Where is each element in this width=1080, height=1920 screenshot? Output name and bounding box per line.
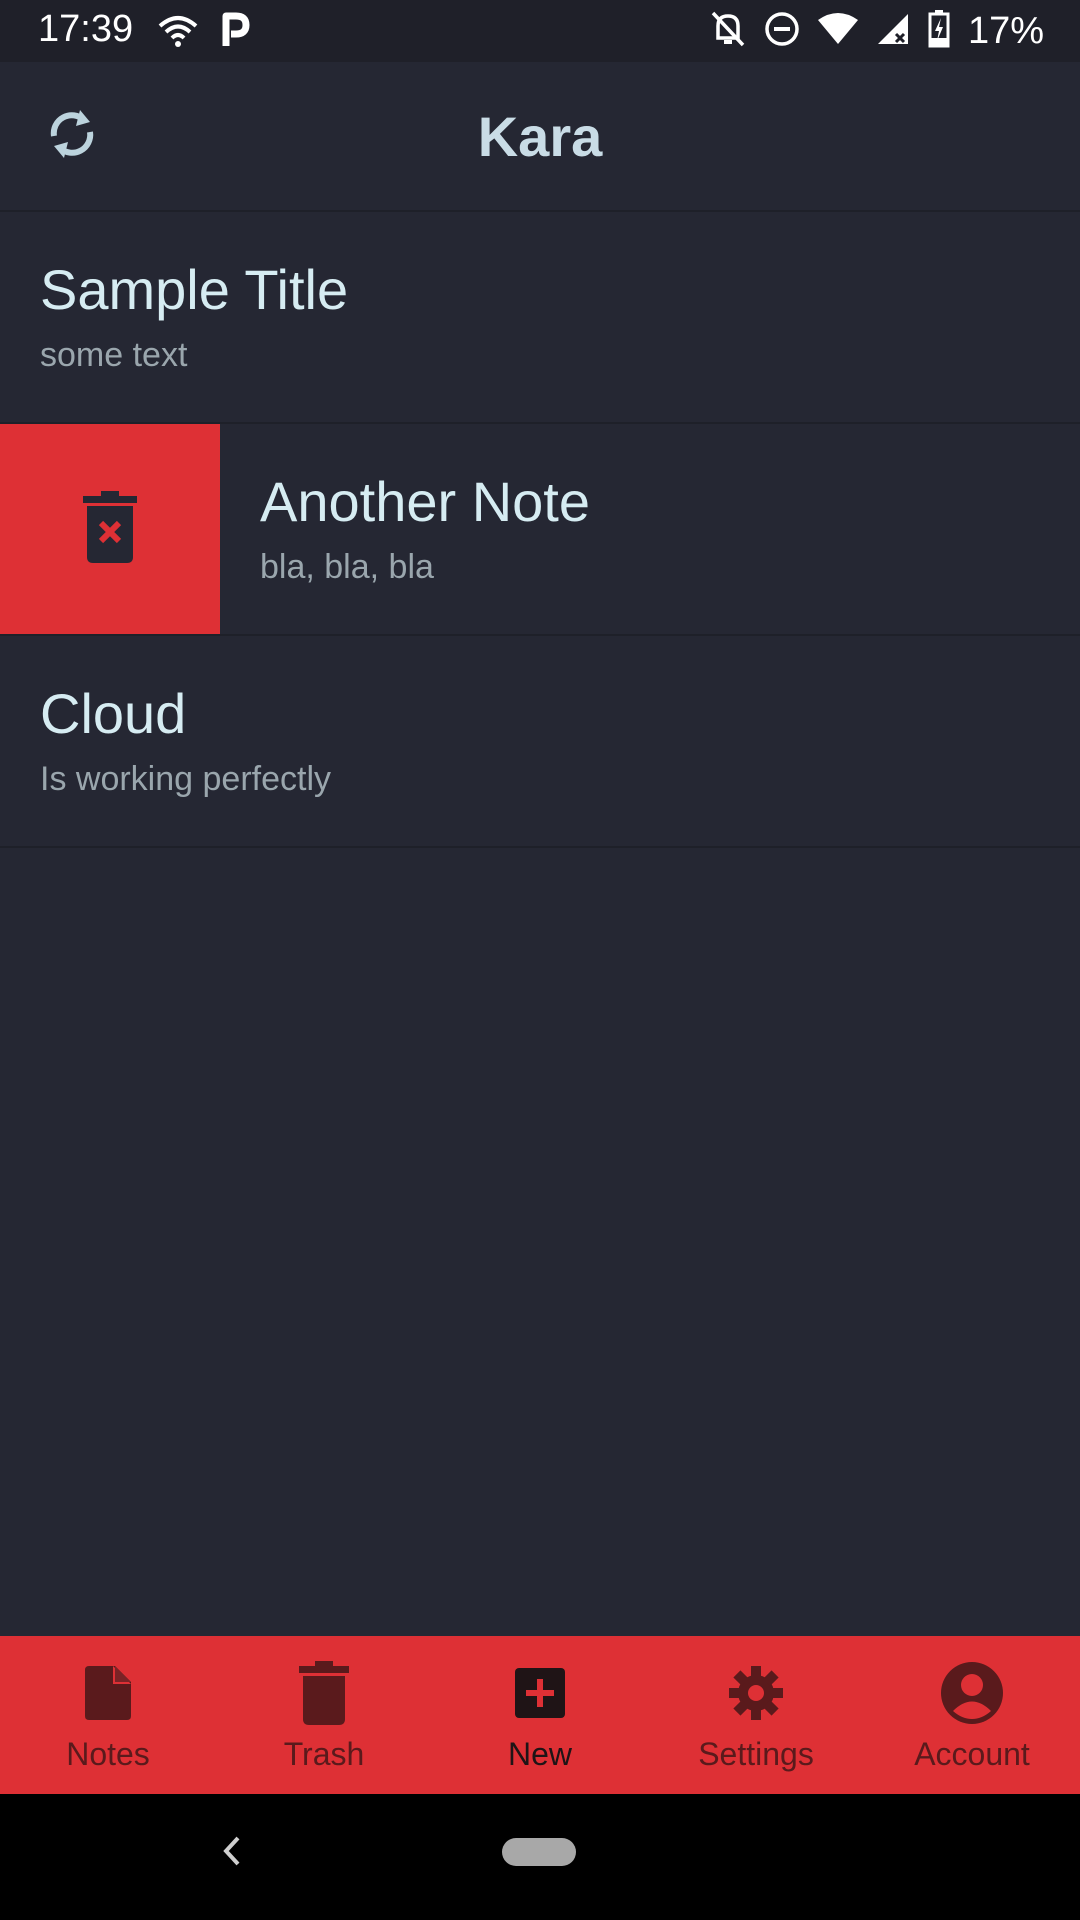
note-body: some text (40, 336, 188, 375)
note-title: Cloud (40, 682, 187, 745)
delete-icon (83, 490, 137, 568)
add-icon (515, 1662, 565, 1724)
nav-item-new[interactable]: New (432, 1636, 648, 1794)
gear-icon (729, 1662, 783, 1724)
note-content: Sample Title some text (40, 258, 348, 375)
do-not-disturb-icon (764, 11, 800, 52)
nav-item-trash[interactable]: Trash (216, 1636, 432, 1794)
wifi-icon (158, 14, 198, 53)
note-icon (85, 1662, 131, 1724)
nav-label: New (507, 1736, 572, 1772)
note-list: Sample Title some text Another Note bla,… (0, 212, 1080, 848)
nav-label: Notes (66, 1736, 150, 1772)
page-title: Kara (477, 105, 603, 168)
status-time: 17:39 (38, 8, 134, 50)
status-bar: 17:39 17% (0, 0, 1080, 62)
note-content: Cloud Is working perfectly (40, 682, 331, 799)
nav-label: Account (914, 1736, 1030, 1772)
bottom-nav: Notes Trash New Settings Account (0, 1636, 1080, 1794)
note-body: Is working perfectly (40, 760, 331, 799)
account-icon (941, 1662, 1003, 1724)
delete-note-button[interactable] (0, 424, 220, 634)
status-icons: 17% (710, 10, 1044, 53)
note-title: Sample Title (40, 258, 349, 321)
trash-icon (299, 1661, 349, 1725)
notifications-off-icon (710, 10, 746, 53)
nav-label: Settings (698, 1736, 814, 1772)
system-nav-bar (0, 1794, 1080, 1920)
back-button[interactable] (218, 1834, 246, 1873)
wifi-signal-icon (817, 12, 858, 51)
note-content: Another Note bla, bla, bla (260, 470, 590, 587)
parking-app-icon (220, 12, 250, 53)
home-button[interactable] (502, 1838, 576, 1866)
list-item[interactable]: Sample Title some text (0, 212, 1080, 424)
battery-charging-icon (928, 10, 950, 53)
cell-signal-icon (876, 12, 910, 51)
nav-item-notes[interactable]: Notes (0, 1636, 216, 1794)
nav-item-settings[interactable]: Settings (648, 1636, 864, 1794)
note-body: bla, bla, bla (260, 548, 434, 587)
list-item[interactable]: Cloud Is working perfectly (0, 636, 1080, 848)
nav-item-account[interactable]: Account (864, 1636, 1080, 1794)
note-title: Another Note (260, 470, 590, 533)
app-bar: Kara (0, 62, 1080, 212)
nav-label: Trash (283, 1736, 365, 1772)
list-item[interactable]: Another Note bla, bla, bla (0, 424, 1080, 636)
battery-percent: 17% (967, 10, 1044, 52)
